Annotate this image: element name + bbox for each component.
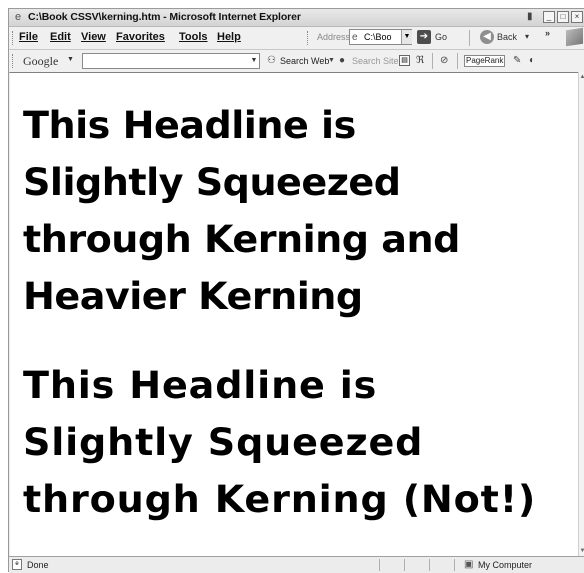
status-bar: e Done ▣ My Computer <box>9 556 584 573</box>
ie-page-icon: e <box>14 11 22 23</box>
google-logo[interactable]: Google <box>23 54 58 69</box>
back-dropdown-button[interactable]: ▾ <box>525 32 529 41</box>
menu-tools[interactable]: Tools <box>179 31 208 43</box>
headline-not-kerned: This Headline is Slightly Squeezed throu… <box>23 357 536 528</box>
address-dropdown-button[interactable]: ▼ <box>401 30 412 44</box>
back-arrow-icon[interactable]: ◀ <box>480 30 494 44</box>
search-web-button[interactable]: Search Web <box>280 56 329 66</box>
go-button[interactable]: Go <box>435 32 447 42</box>
headline-line: Heavier Kerning <box>23 275 363 318</box>
status-divider <box>379 559 380 571</box>
toolbar-separator <box>469 30 470 46</box>
menu-file[interactable]: File <box>19 31 38 43</box>
google-toolbar: Google ▼ ▼ ⚇ Search Web ▼ ● Search Site … <box>9 50 584 73</box>
google-search-dropdown[interactable]: ▼ <box>249 54 259 68</box>
toolbar-grip[interactable] <box>307 31 311 45</box>
options-icon[interactable]: ◐ <box>529 55 535 67</box>
toolbar-separator <box>457 53 458 69</box>
headline-line: through Kerning (Not!) <box>23 478 537 521</box>
toolbar-grip[interactable] <box>12 54 16 68</box>
news-icon[interactable]: ▤ <box>399 55 410 66</box>
status-divider <box>454 559 455 571</box>
vertical-scrollbar[interactable]: ▲ ▼ <box>578 72 584 556</box>
back-button[interactable]: Back <box>497 32 517 42</box>
headline-line: This Headline is <box>23 364 378 407</box>
minimize-button[interactable]: _ <box>543 11 555 23</box>
headline-kerned: This Headline is Slightly Squeezed throu… <box>23 97 460 325</box>
maximize-button[interactable]: □ <box>557 11 569 23</box>
my-computer-icon: ▣ <box>464 559 474 570</box>
headline-line: through Kerning and <box>23 218 460 261</box>
close-button[interactable]: × <box>571 11 583 23</box>
highlight-icon[interactable]: ✎ <box>513 55 521 67</box>
toolbar-separator <box>432 53 433 69</box>
windows-logo-icon <box>566 27 583 47</box>
address-label: Address <box>317 32 351 42</box>
search-site-icon: ● <box>339 55 346 66</box>
security-zone: My Computer <box>478 560 533 570</box>
address-value: C:\Boo <box>364 32 392 42</box>
ie-page-icon: e <box>12 559 22 570</box>
binoculars-icon: ⚇ <box>267 55 276 66</box>
google-menu-dropdown[interactable]: ▼ <box>67 56 74 63</box>
go-arrow-icon[interactable]: ➔ <box>417 30 431 44</box>
menu-bar: File Edit View Favorites Tools Help Addr… <box>9 27 584 50</box>
menu-view[interactable]: View <box>81 31 106 43</box>
menu-edit[interactable]: Edit <box>50 31 71 43</box>
popup-blocker-icon[interactable]: ℜ <box>416 55 424 67</box>
toolbar-more-chevron[interactable]: » <box>545 28 550 38</box>
pagerank-indicator[interactable]: PageRank <box>464 55 506 67</box>
ie-page-icon: e <box>352 32 358 43</box>
blocked-icon[interactable]: ⊘ <box>440 55 448 67</box>
toolbar-lock-icon: ▮ <box>527 11 533 22</box>
status-divider <box>429 559 430 571</box>
google-search-input[interactable] <box>82 53 260 69</box>
page-viewport: This Headline is Slightly Squeezed throu… <box>10 72 578 557</box>
window-title: C:\Book CSSV\kerning.htm - Microsoft Int… <box>28 11 301 23</box>
headline-line: Slightly Squeezed <box>23 421 424 464</box>
menu-favorites[interactable]: Favorites <box>116 31 165 43</box>
toolbar-grip[interactable] <box>12 31 16 45</box>
browser-window: e C:\Book CSSV\kerning.htm - Microsoft I… <box>8 8 584 573</box>
status-text: Done <box>27 560 49 570</box>
search-web-dropdown[interactable]: ▼ <box>328 55 335 67</box>
title-bar[interactable]: e C:\Book CSSV\kerning.htm - Microsoft I… <box>9 9 584 27</box>
scroll-down-icon[interactable]: ▼ <box>579 546 584 556</box>
scroll-up-icon[interactable]: ▲ <box>579 72 584 82</box>
search-site-button[interactable]: Search Site <box>352 56 399 66</box>
menu-help[interactable]: Help <box>217 31 241 43</box>
headline-line: This Headline is <box>23 104 356 147</box>
status-divider <box>404 559 405 571</box>
headline-line: Slightly Squeezed <box>23 161 401 204</box>
